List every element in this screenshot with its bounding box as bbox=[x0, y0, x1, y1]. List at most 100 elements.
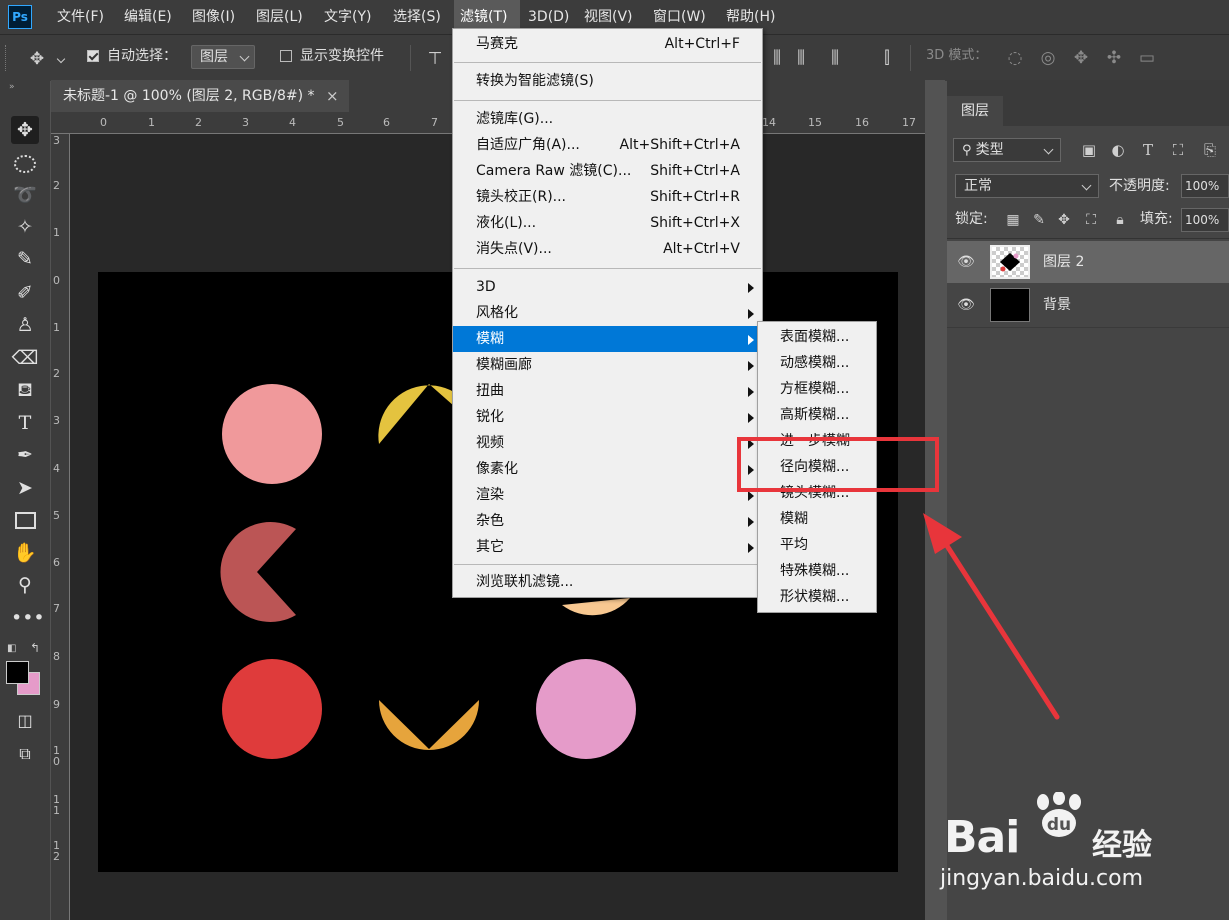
orbit-3d-icon[interactable]: ◌ bbox=[1004, 48, 1026, 68]
menu-item-adaptive-wide-angle[interactable]: 自适应广角(A)... Alt+Shift+Ctrl+A bbox=[453, 132, 762, 158]
paint-bucket-tool-icon[interactable]: ⛾ bbox=[11, 376, 39, 404]
pen-tool-icon[interactable]: ✒ bbox=[11, 441, 39, 469]
eyedropper-tool-icon[interactable]: ✎ bbox=[11, 245, 39, 273]
menu-item-browse-online-filters[interactable]: 浏览联机滤镜... bbox=[453, 569, 762, 595]
menu-item-other[interactable]: 其它 bbox=[453, 534, 762, 560]
brush-tool-icon[interactable]: ✐ bbox=[11, 279, 39, 307]
distribute-spacing-icon[interactable]: ⫿ bbox=[876, 48, 898, 68]
menu-item-3d[interactable]: 3D bbox=[453, 274, 762, 300]
menu-type[interactable]: 文字(Y) bbox=[318, 0, 377, 34]
auto-select-target-value: 图层 bbox=[200, 49, 228, 65]
menu-item-video[interactable]: 视频 bbox=[453, 430, 762, 456]
panel-header-strip bbox=[947, 80, 1229, 96]
lasso-tool-icon[interactable]: ➰ bbox=[11, 181, 39, 209]
visibility-eye-icon[interactable]: 👁︎ bbox=[955, 254, 977, 270]
distribute-vcenter-icon[interactable]: ⫼ bbox=[790, 48, 812, 68]
layer-row-layer2[interactable]: 👁︎ 图层 2 bbox=[947, 241, 1229, 283]
hand-tool-icon[interactable]: ✋ bbox=[11, 539, 39, 567]
submenu-item-motion-blur[interactable]: 动感模糊... bbox=[758, 350, 876, 376]
move-tool-icon[interactable]: ✥ bbox=[26, 49, 48, 69]
menu-item-blur[interactable]: 模糊 bbox=[453, 326, 762, 352]
menu-item-render[interactable]: 渲染 bbox=[453, 482, 762, 508]
filter-type-icon[interactable]: T bbox=[1137, 140, 1159, 160]
distribute-bottom-icon[interactable]: ⫼ bbox=[824, 48, 846, 68]
menu-item-vanishing-point[interactable]: 消失点(V)... Alt+Ctrl+V bbox=[453, 236, 762, 262]
quick-mask-icon[interactable]: ◫ bbox=[11, 707, 39, 735]
collapse-toolbar-icon[interactable]: » bbox=[9, 82, 15, 92]
eraser-tool-icon[interactable]: ⌫ bbox=[11, 344, 39, 372]
fill-input[interactable]: 100% bbox=[1181, 208, 1229, 232]
submenu-item-shape-blur[interactable]: 形状模糊... bbox=[758, 584, 876, 610]
rectangle-tool-icon[interactable] bbox=[11, 506, 39, 534]
menu-file[interactable]: 文件(F) bbox=[51, 0, 110, 34]
submenu-item-smart-blur[interactable]: 特殊模糊... bbox=[758, 558, 876, 584]
tool-preset-chevron-down-icon[interactable] bbox=[56, 54, 66, 64]
show-transform-checkbox[interactable] bbox=[280, 50, 292, 62]
annotation-arrow bbox=[923, 513, 1060, 720]
menu-item-lens-correction[interactable]: 镜头校正(R)... Shift+Ctrl+R bbox=[453, 184, 762, 210]
menu-edit[interactable]: 编辑(E) bbox=[118, 0, 178, 34]
lock-position-icon[interactable]: ✥ bbox=[1053, 210, 1075, 230]
filter-shape-icon[interactable]: ⛶ bbox=[1167, 140, 1189, 160]
submenu-item-surface-blur[interactable]: 表面模糊... bbox=[758, 324, 876, 350]
pan-3d-icon[interactable]: ✥ bbox=[1070, 48, 1092, 68]
blend-mode-select[interactable]: 正常 bbox=[955, 174, 1099, 198]
path-selection-tool-icon[interactable]: ➤ bbox=[11, 474, 39, 502]
submenu-item-box-blur[interactable]: 方框模糊... bbox=[758, 376, 876, 402]
move-tool-icon[interactable]: ✥ bbox=[11, 116, 39, 144]
menu-image[interactable]: 图像(I) bbox=[186, 0, 241, 34]
menu-item-sharpen[interactable]: 锐化 bbox=[453, 404, 762, 430]
submenu-item-blur[interactable]: 模糊 bbox=[758, 506, 876, 532]
document-tab[interactable]: 未标题-1 @ 100% (图层 2, RGB/8#) * × bbox=[51, 80, 349, 112]
zoom-tool-icon[interactable]: ⚲ bbox=[11, 571, 39, 599]
lock-transparent-pixels-icon[interactable]: ▦ bbox=[1002, 210, 1024, 230]
clone-stamp-tool-icon[interactable]: ♙ bbox=[11, 311, 39, 339]
opacity-input[interactable]: 100% bbox=[1181, 174, 1229, 198]
align-top-icon[interactable]: ⊤ bbox=[424, 49, 446, 69]
layer-row-background[interactable]: 👁︎ 背景 bbox=[947, 284, 1229, 326]
filter-pixel-icon[interactable]: ▣ bbox=[1078, 140, 1100, 160]
submenu-arrow-icon bbox=[748, 387, 754, 397]
visibility-eye-icon[interactable]: 👁︎ bbox=[955, 297, 977, 313]
lock-image-pixels-icon[interactable]: ✎ bbox=[1028, 210, 1050, 230]
roll-3d-icon[interactable]: ◎ bbox=[1037, 48, 1059, 68]
auto-select-target-select[interactable]: 图层 bbox=[191, 45, 255, 69]
menu-item-camera-raw[interactable]: Camera Raw 滤镜(C)... Shift+Ctrl+A bbox=[453, 158, 762, 184]
menu-item-stylize[interactable]: 风格化 bbox=[453, 300, 762, 326]
menu-item-pixelate[interactable]: 像素化 bbox=[453, 456, 762, 482]
scale-3d-icon[interactable]: ▭ bbox=[1136, 48, 1158, 68]
lock-all-icon[interactable]: 🔒︎ bbox=[1109, 210, 1131, 230]
menu-item-filter-gallery[interactable]: 滤镜库(G)... bbox=[453, 106, 762, 132]
ruler-tick-label: 0 bbox=[53, 274, 60, 287]
slide-3d-icon[interactable]: ✣ bbox=[1103, 48, 1125, 68]
menu-item-mosaic[interactable]: 马赛克 Alt+Ctrl+F bbox=[453, 31, 762, 57]
swap-colors-icon[interactable]: ↰ bbox=[30, 641, 40, 655]
menu-item-blur-gallery[interactable]: 模糊画廊 bbox=[453, 352, 762, 378]
default-colors-icon[interactable]: ◧ bbox=[7, 643, 16, 654]
menu-item-liquify[interactable]: 液化(L)... Shift+Ctrl+X bbox=[453, 210, 762, 236]
layer-kind-filter-select[interactable]: ⚲ 类型 bbox=[953, 138, 1061, 162]
filter-smart-object-icon[interactable]: ⎘ bbox=[1199, 140, 1221, 160]
lock-artboard-icon[interactable]: ⛶ bbox=[1080, 210, 1102, 230]
menu-layer[interactable]: 图层(L) bbox=[250, 0, 309, 34]
screen-mode-icon[interactable]: ⧉ bbox=[11, 740, 39, 768]
distribute-top-icon[interactable]: ⫼ bbox=[766, 48, 788, 68]
submenu-item-average[interactable]: 平均 bbox=[758, 532, 876, 558]
vertical-ruler[interactable]: 3 2 1 0 1 2 3 4 5 6 7 8 9 1 0 1 1 1 2 bbox=[51, 134, 70, 920]
submenu-item-gaussian-blur[interactable]: 高斯模糊... bbox=[758, 402, 876, 428]
menu-item-convert-smart-filters[interactable]: 转换为智能滤镜(S) bbox=[453, 68, 762, 94]
filter-adjustment-icon[interactable]: ◐ bbox=[1107, 140, 1129, 160]
foreground-color-swatch[interactable] bbox=[6, 661, 29, 684]
menu-item-noise[interactable]: 杂色 bbox=[453, 508, 762, 534]
close-icon[interactable]: × bbox=[326, 80, 339, 112]
magic-wand-tool-icon[interactable]: ✧ bbox=[11, 213, 39, 241]
menu-item-distort[interactable]: 扭曲 bbox=[453, 378, 762, 404]
menu-select[interactable]: 选择(S) bbox=[387, 0, 447, 34]
tab-layers[interactable]: 图层 bbox=[947, 96, 1003, 126]
options-bar-grip[interactable] bbox=[5, 45, 10, 71]
auto-select-checkbox[interactable] bbox=[87, 50, 99, 62]
more-tools-icon[interactable]: ••• bbox=[11, 604, 45, 632]
type-tool-icon[interactable]: T bbox=[11, 409, 39, 437]
marquee-tool-icon[interactable] bbox=[11, 149, 39, 177]
ruler-tick-label: 8 bbox=[53, 650, 60, 663]
